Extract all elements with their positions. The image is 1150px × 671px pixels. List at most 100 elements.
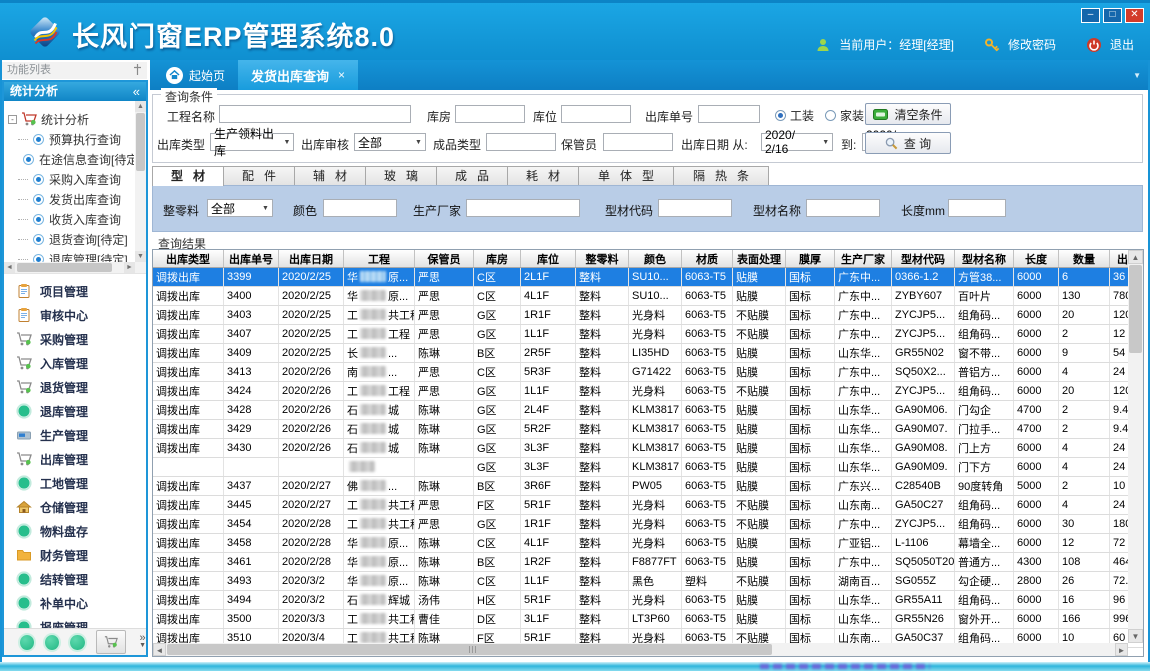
table-row[interactable]: 调拨出库34242020/2/26工工程严思G区1L1F整料光身料6063-T5… xyxy=(153,382,1144,401)
table-row[interactable]: 调拨出库34132020/2/26南...严思C区5R3F整料G71422606… xyxy=(153,363,1144,382)
tree-item[interactable]: 预算执行查询 xyxy=(18,129,134,149)
grid-horizontal-scrollbar[interactable]: ◄ ► xyxy=(153,643,1128,656)
tab-overflow-icon[interactable]: ▼ xyxy=(1133,71,1141,80)
column-header-出库日期[interactable]: 出库日期 xyxy=(279,250,344,268)
category-tab-单体型材[interactable]: 单体型材 xyxy=(578,166,674,185)
sidebar-item-入库管理[interactable]: 入库管理 xyxy=(4,351,146,375)
column-header-整零料[interactable]: 整零料 xyxy=(576,250,629,268)
column-header-表面处理[interactable]: 表面处理 xyxy=(733,250,786,268)
keeper-input[interactable] xyxy=(603,133,673,151)
column-header-长度[interactable]: 长度 xyxy=(1014,250,1059,268)
column-header-工程[interactable]: 工程 xyxy=(344,250,415,268)
sidebar-item-退库管理[interactable]: 退库管理 xyxy=(4,399,146,423)
scrollbar-thumb[interactable] xyxy=(1129,265,1142,353)
tab-home[interactable]: 起始页 xyxy=(156,60,235,90)
table-row[interactable]: 调拨出库34932020/3/2华原...陈琳C区1L1F整料黑色塑料不贴膜国标… xyxy=(153,572,1144,591)
date-from-picker[interactable]: 2020/ 2/16 ▼ xyxy=(761,133,833,151)
table-row[interactable]: 调拨出库34002020/2/25华原...严思C区4L1F整料SU10...6… xyxy=(153,287,1144,306)
color-input[interactable] xyxy=(323,199,397,217)
tree-item[interactable]: 采购入库查询 xyxy=(18,169,134,189)
scroll-right-icon[interactable]: ► xyxy=(1115,643,1128,656)
table-row[interactable]: 调拨出库34612020/2/28华原...陈琳B区1R2F整料F8877FT6… xyxy=(153,553,1144,572)
radio-jiazhuang[interactable]: 家装 xyxy=(825,107,864,124)
out-type-select[interactable]: 生产领料出库 ▼ xyxy=(210,133,294,151)
sidebar-item-生产管理[interactable]: 生产管理 xyxy=(4,423,146,447)
sidebar-item-退货管理[interactable]: 退货管理 xyxy=(4,375,146,399)
clear-conditions-button[interactable]: 清空条件 xyxy=(865,103,951,125)
column-header-型材代码[interactable]: 型材代码 xyxy=(892,250,955,268)
sidebar-item-物料盘存[interactable]: 物料盘存 xyxy=(4,519,146,543)
sidebar-item-工地管理[interactable]: 工地管理 xyxy=(4,471,146,495)
tree-item[interactable]: 在途信息查询[待定] xyxy=(18,149,134,169)
tree-item[interactable]: 退货查询[待定] xyxy=(18,229,134,249)
sidebar-item-结转管理[interactable]: 结转管理 xyxy=(4,567,146,591)
table-row[interactable]: 调拨出库34582020/2/28华原...陈琳C区4L1F整料光身料6063-… xyxy=(153,534,1144,553)
module-dot-button[interactable] xyxy=(45,635,59,650)
table-row[interactable]: 调拨出库33992020/2/25华原...严思C区2L1F整料SU10...6… xyxy=(153,268,1144,287)
category-tab-耗材[interactable]: 耗材 xyxy=(507,166,579,185)
project-name-input[interactable] xyxy=(219,105,411,123)
scrollbar-thumb[interactable] xyxy=(167,644,772,655)
column-header-库房[interactable]: 库房 xyxy=(474,250,521,268)
table-row[interactable]: 调拨出库34452020/2/27工共工程严思F区5R1F整料光身料6063-T… xyxy=(153,496,1144,515)
tab-close-icon[interactable]: × xyxy=(338,68,345,82)
scroll-left-icon[interactable]: ◄ xyxy=(153,643,166,656)
category-tab-玻璃[interactable]: 玻璃 xyxy=(365,166,437,185)
collapse-icon[interactable]: « xyxy=(133,82,140,101)
table-row[interactable]: 调拨出库34032020/2/25工共工程严思G区1R1F整料光身料6063-T… xyxy=(153,306,1144,325)
length-input[interactable] xyxy=(948,199,1006,217)
maximize-button[interactable]: □ xyxy=(1103,8,1122,23)
sidebar-item-项目管理[interactable]: 项目管理 xyxy=(4,279,146,303)
out-audit-select[interactable]: 全部 ▼ xyxy=(354,133,426,151)
warehouse-input[interactable] xyxy=(455,105,525,123)
profile-code-input[interactable] xyxy=(658,199,732,217)
table-row[interactable]: 调拨出库34942020/3/2石辉城汤伟H区5R1F整料光身料6063-T5贴… xyxy=(153,591,1144,610)
scroll-down-icon[interactable]: ▼ xyxy=(1128,629,1143,643)
module-dot-button[interactable] xyxy=(70,635,84,650)
category-tab-配件[interactable]: 配件 xyxy=(223,166,295,185)
radio-gongzhuang[interactable]: 工装 xyxy=(775,107,814,124)
column-header-出库单号[interactable]: 出库单号 xyxy=(224,250,279,268)
scroll-down-icon[interactable]: ▼ xyxy=(135,251,146,262)
tree-item[interactable]: 收货入库查询 xyxy=(18,209,134,229)
pin-icon[interactable] xyxy=(133,64,142,75)
scrollbar-thumb[interactable] xyxy=(17,263,112,272)
grid-vertical-scrollbar[interactable]: ▲ ▼ xyxy=(1128,250,1143,643)
order-no-input[interactable] xyxy=(698,105,760,123)
column-header-出库类型[interactable]: 出库类型 xyxy=(153,250,224,268)
product-type-input[interactable] xyxy=(486,133,556,151)
table-row[interactable]: 调拨出库34092020/2/25长...陈琳B区2R5F整料LI35HD606… xyxy=(153,344,1144,363)
tab-shipping-outbound-query[interactable]: 发货出库查询 × xyxy=(238,60,358,90)
search-button[interactable]: 查 询 xyxy=(865,132,951,154)
whole-piece-select[interactable]: 全部 ▼ xyxy=(207,199,273,217)
category-tab-成品[interactable]: 成品 xyxy=(436,166,508,185)
scroll-left-icon[interactable]: ◄ xyxy=(4,262,15,273)
logout-link[interactable]: 退出 xyxy=(1110,36,1134,53)
sidebar-item-采购管理[interactable]: 采购管理 xyxy=(4,327,146,351)
sidebar-item-出库管理[interactable]: 出库管理 xyxy=(4,447,146,471)
sidebar-section-header[interactable]: 统计分析 « xyxy=(4,82,146,101)
tree-item[interactable]: 发货出库查询 xyxy=(18,189,134,209)
category-tab-隔热条[interactable]: 隔热条 xyxy=(673,166,769,185)
scroll-up-icon[interactable]: ▲ xyxy=(135,101,146,112)
sidebar-item-审核中心[interactable]: 审核中心 xyxy=(4,303,146,327)
sidebar-item-财务管理[interactable]: 财务管理 xyxy=(4,543,146,567)
close-button[interactable]: ✕ xyxy=(1125,8,1144,23)
tree-vertical-scrollbar[interactable]: ▲ ▼ xyxy=(135,101,146,262)
cart-module-button[interactable] xyxy=(96,630,126,654)
table-row[interactable]: 调拨出库34282020/2/26石城陈琳G区2L4F整料KLM38176063… xyxy=(153,401,1144,420)
profile-name-input[interactable] xyxy=(806,199,880,217)
tree-root[interactable]: - 统计分析 xyxy=(8,109,89,129)
category-tab-辅材[interactable]: 辅材 xyxy=(294,166,366,185)
column-header-颜色[interactable]: 颜色 xyxy=(629,250,682,268)
tree-horizontal-scrollbar[interactable]: ◄ ► xyxy=(4,262,146,273)
category-tab-型材[interactable]: 型材 xyxy=(152,166,224,186)
module-dot-button[interactable] xyxy=(20,635,34,650)
sidebar-item-仓储管理[interactable]: 仓储管理 xyxy=(4,495,146,519)
maker-input[interactable] xyxy=(466,199,580,217)
table-row[interactable]: 调拨出库34372020/2/27佛...陈琳B区3R6F整料PW056063-… xyxy=(153,477,1144,496)
scrollbar-thumb[interactable] xyxy=(136,113,145,171)
column-header-数量[interactable]: 数量 xyxy=(1059,250,1110,268)
table-row[interactable]: 调拨出库34542020/2/28工共工程严思G区1R1F整料光身料6063-T… xyxy=(153,515,1144,534)
column-header-材质[interactable]: 材质 xyxy=(682,250,733,268)
